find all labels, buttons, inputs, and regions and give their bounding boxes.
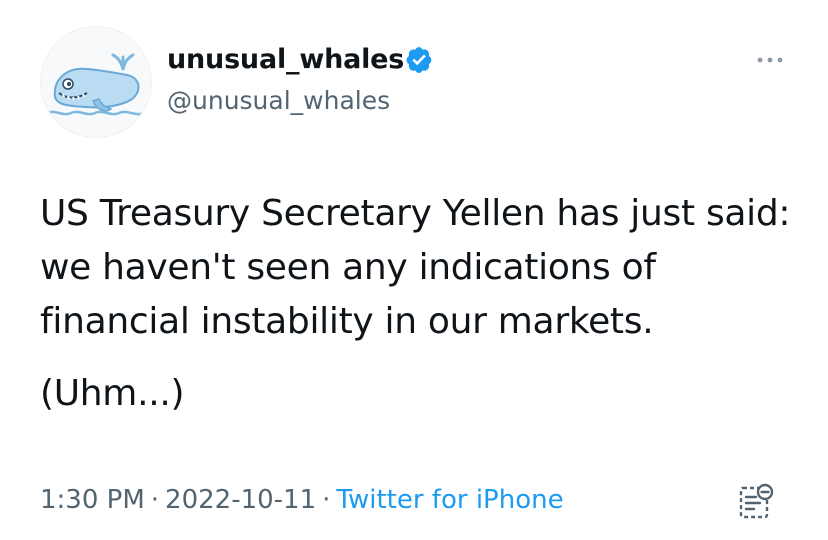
author-handle[interactable]: @unusual_whales — [167, 84, 390, 118]
tweet-time[interactable]: 1:30 PM — [40, 485, 145, 515]
separator: · — [322, 485, 331, 515]
tweet-card: unusual_whales @unusual_whales US Treasu… — [0, 0, 828, 540]
avatar[interactable] — [40, 26, 152, 138]
author-display-name[interactable]: unusual_whales — [167, 42, 404, 78]
verified-badge-icon — [406, 47, 432, 73]
tweet-paragraph: (Uhm...) — [40, 373, 185, 414]
separator: · — [150, 485, 160, 515]
tweet-date[interactable]: 2022-10-11 — [165, 485, 316, 515]
tweet-text: US Treasury Secretary Yellen has just sa… — [40, 187, 800, 421]
tweet-paragraph: US Treasury Secretary Yellen has just sa… — [40, 193, 791, 342]
more-options-icon[interactable] — [752, 48, 788, 72]
whale-avatar-icon — [46, 53, 146, 116]
tweet-metadata: 1:30 PM · 2022-10-11 · Twitter for iPhone — [40, 482, 564, 518]
tweet-activity-icon[interactable] — [738, 482, 774, 520]
tweet-source-link[interactable]: Twitter for iPhone — [336, 485, 563, 515]
